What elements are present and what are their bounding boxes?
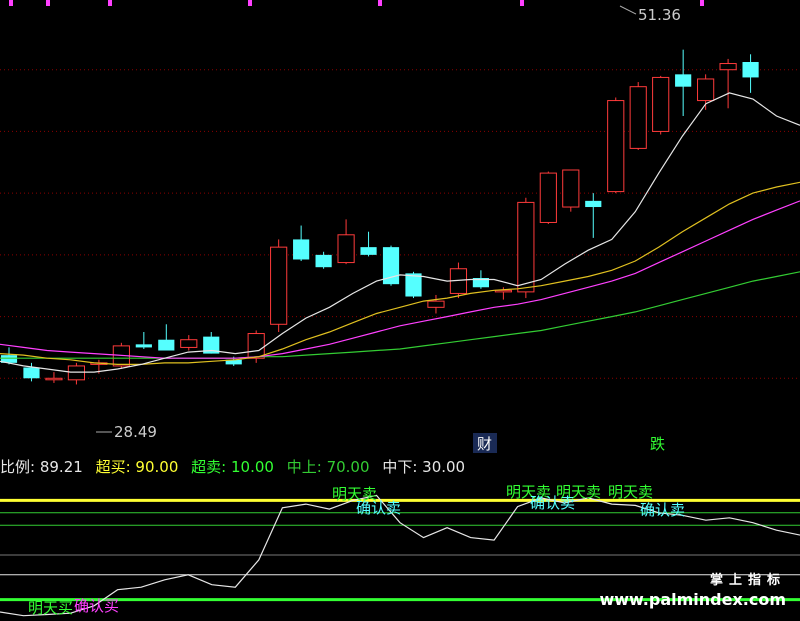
period-tick bbox=[248, 0, 252, 6]
signal-confirm-sell-1: 确认卖 bbox=[356, 499, 401, 517]
candle-body bbox=[607, 100, 625, 193]
candle-body bbox=[629, 86, 647, 149]
candle-body bbox=[67, 365, 86, 381]
candle-body bbox=[427, 300, 445, 308]
candle-body bbox=[23, 367, 40, 379]
candle-body bbox=[405, 273, 422, 297]
signal-buy-tomorrow: 明天买 bbox=[28, 599, 73, 617]
candle-body bbox=[45, 377, 63, 381]
low-label: 28.49 bbox=[114, 423, 157, 441]
ma-green-line bbox=[0, 271, 800, 359]
price-chart: 51.36 28.49 财 跌 bbox=[0, 0, 800, 453]
oversell-legend: 超卖: 10.00 bbox=[191, 458, 274, 476]
moving-average-lines bbox=[0, 92, 800, 373]
marker-cai: 财 bbox=[477, 435, 492, 453]
ma-yellow-line bbox=[0, 181, 800, 365]
price-grid bbox=[0, 0, 800, 379]
signal-sell-tomorrow-4: 明天卖 bbox=[608, 483, 653, 501]
period-tick bbox=[378, 0, 382, 6]
signal-confirm-buy: 确认买 bbox=[74, 597, 119, 615]
watermark: 掌上指标 www.palmindex.com bbox=[599, 569, 786, 609]
middown-legend: 中下: 30.00 bbox=[382, 458, 466, 476]
candle-body bbox=[675, 74, 692, 87]
high-pointer bbox=[619, 5, 637, 15]
watermark-cn: 掌上指标 bbox=[709, 573, 786, 588]
candle-body bbox=[180, 339, 198, 348]
candle-body bbox=[652, 76, 670, 132]
indicator-legend: 比例: 89.21 超买: 90.00 超卖: 10.00 中上: 70.00 … bbox=[0, 457, 473, 477]
ratio-legend: 比例: 89.21 bbox=[0, 458, 83, 476]
candle-body bbox=[315, 254, 332, 268]
period-tick bbox=[46, 0, 50, 6]
candle-body bbox=[585, 200, 602, 208]
ma-magenta-line bbox=[0, 200, 800, 359]
candle-body bbox=[158, 339, 175, 351]
candle-body bbox=[247, 333, 265, 359]
candle-body bbox=[337, 234, 355, 264]
midup-legend: 中上: 70.00 bbox=[286, 458, 370, 476]
signal-labels: 明天卖 确认卖 明天卖 明天卖 明天卖 确认卖 确认卖 明天买 确认买 bbox=[28, 483, 685, 617]
marker-die: 跌 bbox=[650, 435, 665, 453]
candle-body bbox=[697, 78, 715, 102]
overbuy-legend: 超买: 90.00 bbox=[95, 458, 179, 476]
candle-body bbox=[719, 63, 737, 71]
candle-body bbox=[270, 246, 288, 325]
high-label: 51.36 bbox=[638, 6, 681, 24]
watermark-url: www.palmindex.com bbox=[599, 590, 786, 609]
signal-confirm-sell-3: 确认卖 bbox=[640, 501, 685, 519]
period-tick bbox=[9, 0, 13, 6]
candle-body bbox=[562, 169, 580, 208]
candle-body bbox=[293, 239, 310, 260]
signal-confirm-sell-2: 确认卖 bbox=[530, 494, 575, 512]
candle-body bbox=[135, 344, 152, 348]
candle-body bbox=[742, 62, 759, 78]
period-tick bbox=[520, 0, 524, 6]
candlestick-series bbox=[0, 49, 759, 385]
period-tick bbox=[108, 0, 112, 6]
ma-white-line bbox=[0, 92, 800, 373]
period-tick bbox=[700, 0, 704, 6]
candle-body bbox=[360, 247, 377, 255]
candle-body bbox=[517, 201, 535, 293]
candle-body bbox=[539, 172, 557, 223]
